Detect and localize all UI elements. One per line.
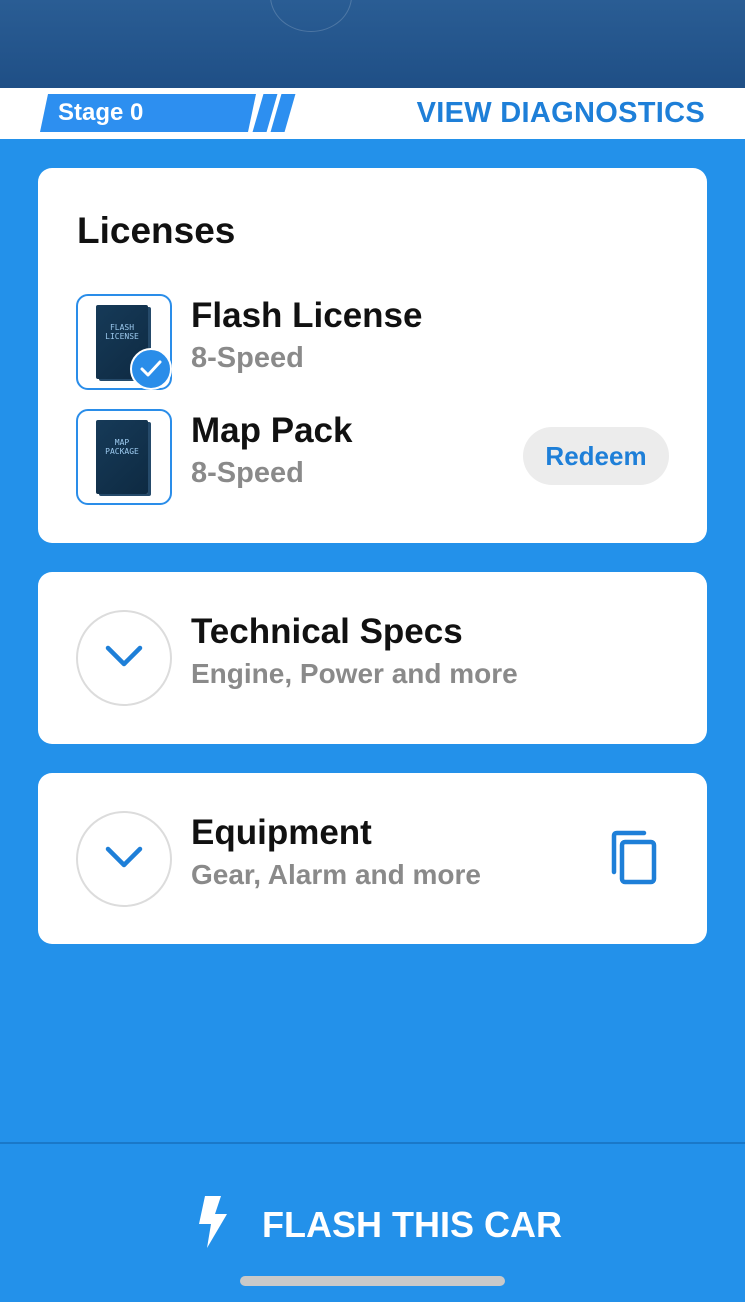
section-subtitle: Engine, Power and more — [191, 658, 518, 689]
equipment-card[interactable]: Equipment Gear, Alarm and more — [38, 773, 707, 944]
license-item-flash[interactable]: FLASH LICENSE Flash License 8-Speed — [76, 294, 676, 390]
box-label: FLASH LICENSE — [105, 323, 139, 341]
redeem-button[interactable]: Redeem — [523, 427, 669, 485]
license-variant: 8-Speed — [191, 457, 304, 489]
hero-car-image — [270, 0, 352, 32]
expand-equipment-button[interactable] — [76, 811, 172, 907]
view-diagnostics-link[interactable]: VIEW DIAGNOSTICS — [417, 96, 705, 130]
section-title: Equipment — [191, 813, 372, 852]
owned-check-icon — [130, 348, 172, 390]
stage-label: Stage 0 — [58, 99, 144, 126]
bottom-action-bar: FLASH THIS CAR — [0, 1142, 745, 1302]
flash-license-thumbnail: FLASH LICENSE — [76, 294, 172, 390]
section-subtitle: Gear, Alarm and more — [191, 859, 481, 890]
stage-strip: Stage 0 VIEW DIAGNOSTICS — [0, 88, 745, 139]
license-box-image: MAP PACKAGE — [96, 420, 148, 494]
chevron-down-icon — [105, 645, 143, 667]
licenses-card: Licenses FLASH LICENSE Flash License 8-S… — [38, 168, 707, 543]
license-name: Flash License — [191, 296, 423, 335]
lightning-bolt-icon — [199, 1196, 227, 1248]
expand-technical-specs-button[interactable] — [76, 610, 172, 706]
hero-banner — [0, 0, 745, 88]
license-name: Map Pack — [191, 411, 353, 450]
copy-icon[interactable] — [608, 830, 660, 886]
chevron-down-icon — [105, 846, 143, 868]
technical-specs-card[interactable]: Technical Specs Engine, Power and more — [38, 572, 707, 744]
map-pack-thumbnail: MAP PACKAGE — [76, 409, 172, 505]
home-indicator[interactable] — [240, 1276, 505, 1286]
box-label: MAP PACKAGE — [105, 438, 139, 456]
flash-this-car-label: FLASH THIS CAR — [262, 1204, 562, 1245]
licenses-title: Licenses — [77, 210, 236, 251]
section-title: Technical Specs — [191, 612, 463, 651]
license-variant: 8-Speed — [191, 342, 304, 374]
